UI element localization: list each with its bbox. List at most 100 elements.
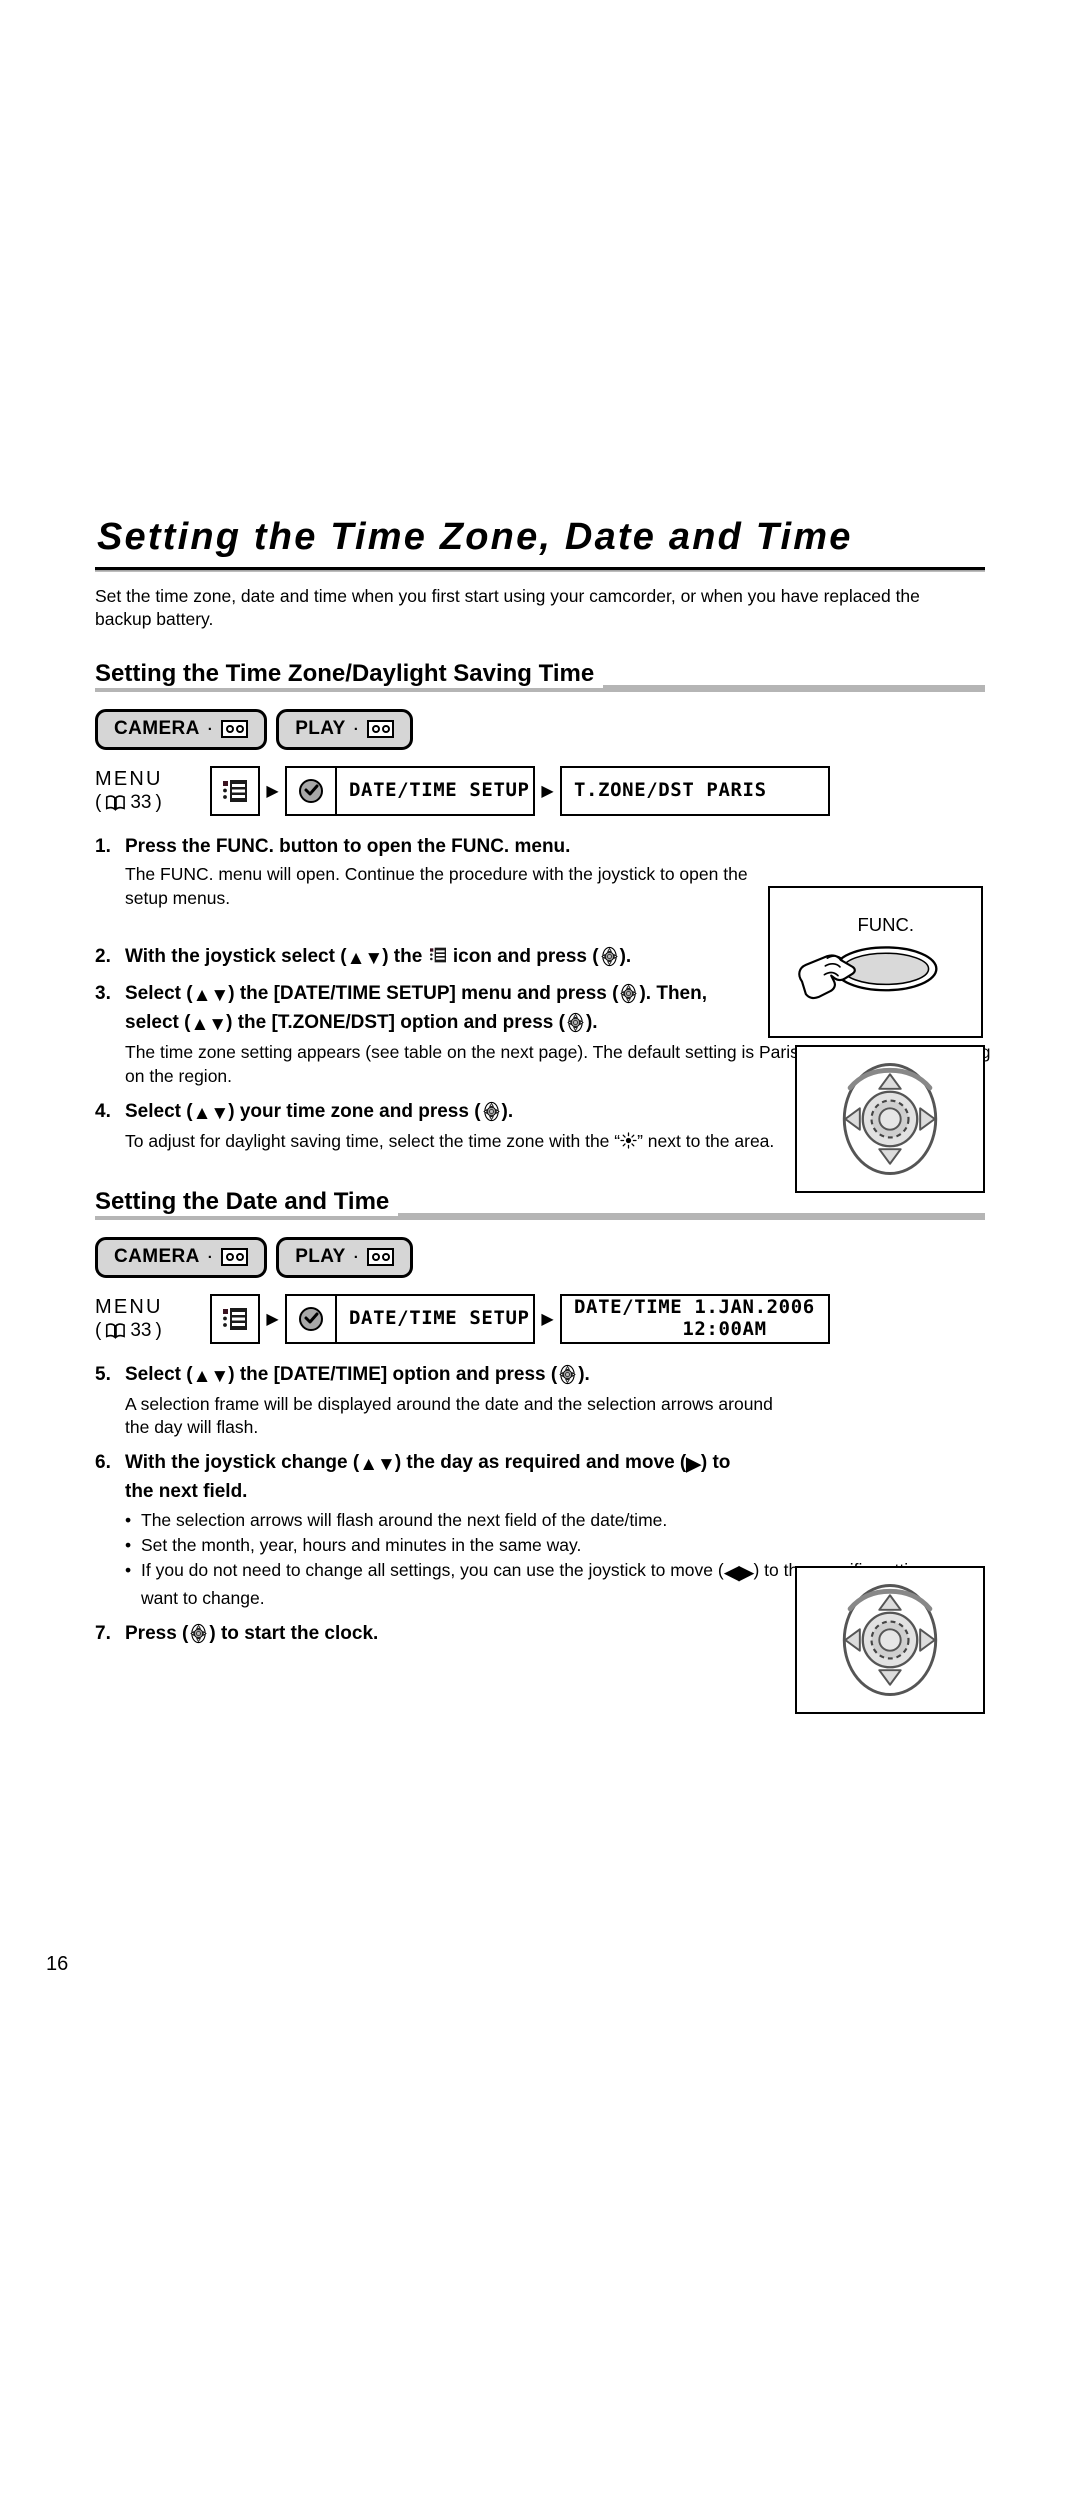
- step-title: With the joystick select (▲▼) the icon a…: [125, 944, 745, 973]
- step-5: 5. Select (▲▼) the [DATE/TIME] option an…: [95, 1362, 985, 1441]
- joystick-icon: [565, 1012, 586, 1033]
- flow-item-menu-icon[interactable]: [210, 1293, 260, 1344]
- step-text-b: ) to start the clock.: [209, 1622, 379, 1644]
- step-text-a: With the joystick select (: [125, 946, 347, 968]
- step-text-d: ) the [T.ZONE/DST] option and press (: [226, 1012, 565, 1034]
- section-heading: Setting the Time Zone/Daylight Saving Ti…: [95, 659, 604, 688]
- bullet-text: Set the month, year, hours and minutes i…: [141, 1534, 582, 1555]
- step-number: 7.: [95, 1622, 111, 1644]
- intro-paragraph: Set the time zone, date and time when yo…: [95, 585, 920, 630]
- step-text-a: Select (: [125, 1363, 193, 1385]
- daylight-saving-sun-icon: [620, 1132, 637, 1149]
- open-book-icon: [105, 794, 126, 812]
- mode-separator: ·: [353, 720, 360, 738]
- step-number: 5.: [95, 1363, 111, 1385]
- step-text-a: With the joystick change (: [125, 1452, 360, 1474]
- menu-flow-label: MENU ( 33 ): [95, 767, 210, 815]
- manual-page: Setting the Time Zone, Date and Time Set…: [95, 0, 991, 2504]
- open-book-icon: [105, 1322, 126, 1340]
- step-text-b: ) the: [382, 946, 423, 968]
- flow-item-date-time-setup[interactable]: DATE/TIME SETUP: [285, 1293, 535, 1344]
- page-number: 16: [46, 1953, 69, 1975]
- menu-list-icon: [428, 945, 448, 965]
- up-down-arrows-icon: ▲▼: [192, 985, 230, 1007]
- menu-flow-strip: MENU ( 33 ) ▶ D: [95, 765, 985, 816]
- step-text-c: ).: [501, 1100, 514, 1122]
- menu-label-text: MENU: [95, 1295, 163, 1318]
- title-rule: [95, 566, 985, 572]
- flow-arrow-icon: ▶: [541, 782, 554, 800]
- step-text-a: Select (: [125, 983, 193, 1005]
- step-text-b: ) the day as required and move (: [394, 1452, 687, 1474]
- bullet-item: • The selection arrows will flash around…: [125, 1509, 985, 1533]
- func-button-illustration: FUNC.: [768, 886, 983, 1038]
- section-heading: Setting the Date and Time: [95, 1187, 399, 1216]
- func-label: FUNC.: [857, 914, 914, 935]
- menu-page-ref: ( 33 ): [95, 1319, 210, 1342]
- close-paren: ): [155, 1320, 162, 1342]
- menu-flow-strip: MENU ( 33 ) ▶ D: [95, 1293, 985, 1344]
- up-down-arrows-icon: ▲▼: [359, 1454, 396, 1476]
- flow-item-label: DATE/TIME SETUP: [349, 1306, 530, 1329]
- bullet-text: If you do not need to change all setting…: [141, 1559, 724, 1580]
- bullet-marker: •: [125, 1510, 132, 1531]
- mode-label: PLAY: [295, 1246, 346, 1268]
- open-paren: (: [95, 1320, 102, 1342]
- step-note-a: To adjust for daylight saving time, sele…: [125, 1130, 621, 1151]
- cassette-tape-icon: [367, 720, 395, 739]
- step-text-e: ).: [585, 1012, 598, 1034]
- step-note: The FUNC. menu will open. Continue the p…: [125, 863, 748, 908]
- page-ref-number: 33: [130, 792, 152, 814]
- mode-label: PLAY: [295, 718, 346, 740]
- left-right-arrows-icon: ◀▶: [723, 1560, 755, 1584]
- clock-icon: [287, 767, 337, 814]
- step-text-a: Select (: [125, 1100, 193, 1122]
- menu-page-ref: ( 33 ): [95, 791, 210, 814]
- step-title: Select (▲▼) the [DATE/TIME] option and p…: [125, 1362, 785, 1391]
- up-down-arrows-icon: ▲▼: [346, 948, 384, 970]
- step-number: 1.: [95, 835, 111, 857]
- up-down-arrows-icon: ▲▼: [192, 1365, 230, 1387]
- joystick-icon: [188, 1623, 209, 1644]
- cassette-tape-icon: [221, 1248, 249, 1267]
- step-text-b: ) the [DATE/TIME SETUP] menu and press (: [228, 983, 619, 1005]
- up-down-arrows-icon: ▲▼: [190, 1014, 227, 1036]
- mode-label: CAMERA: [114, 1246, 200, 1268]
- right-arrow-icon: ▶: [686, 1454, 701, 1476]
- open-paren: (: [95, 792, 102, 814]
- cassette-tape-icon: [367, 1248, 395, 1267]
- step-text-d: ).: [619, 946, 632, 968]
- clock-icon: [287, 1295, 337, 1342]
- joystick-illustration-1: [795, 1045, 985, 1193]
- flow-item-label: DATE/TIME SETUP: [349, 779, 530, 802]
- up-down-arrows-icon: ▲▼: [192, 1102, 230, 1124]
- step-title: Select (▲▼) the [DATE/TIME SETUP] menu a…: [125, 981, 745, 1039]
- joystick-icon: [618, 983, 639, 1004]
- menu-flow-label: MENU ( 33 ): [95, 1295, 210, 1343]
- cassette-tape-icon: [221, 720, 249, 739]
- bullet-marker: •: [125, 1534, 132, 1555]
- mode-separator: ·: [207, 720, 214, 738]
- mode-badge-camera: CAMERA ·: [95, 708, 268, 750]
- mode-label: CAMERA: [114, 718, 200, 740]
- flow-item-date-time-setup[interactable]: DATE/TIME SETUP: [285, 765, 535, 816]
- flow-item-label: DATE/TIME 1.JAN.2006 12:00AM: [574, 1296, 815, 1340]
- step-title: Press the FUNC. button to open the FUNC.…: [125, 835, 571, 857]
- step-number: 4.: [95, 1100, 111, 1122]
- flow-item-tzone-dst[interactable]: T.ZONE/DST PARIS: [560, 765, 830, 816]
- step-text-b: ) your time zone and press (: [228, 1100, 481, 1122]
- mode-badges: CAMERA · PLAY ·: [95, 708, 985, 750]
- mode-badges: CAMERA · PLAY ·: [95, 1236, 985, 1278]
- joystick-icon: [557, 1364, 578, 1385]
- flow-item-menu-icon[interactable]: [210, 765, 260, 816]
- page-title: Setting the Time Zone, Date and Time: [97, 516, 853, 558]
- menu-list-icon: [220, 1304, 250, 1334]
- joystick-icon: [481, 1101, 502, 1122]
- flow-item-label: T.ZONE/DST PARIS: [574, 779, 767, 802]
- flow-item-date-time-value[interactable]: DATE/TIME 1.JAN.2006 12:00AM: [560, 1293, 830, 1344]
- flow-arrow-icon: ▶: [266, 782, 279, 800]
- page-ref-number: 33: [130, 1320, 152, 1342]
- bullet-item: • Set the month, year, hours and minutes…: [125, 1534, 985, 1558]
- title-block: Setting the Time Zone, Date and Time Set…: [95, 0, 985, 632]
- flow-arrow-icon: ▶: [541, 1310, 554, 1328]
